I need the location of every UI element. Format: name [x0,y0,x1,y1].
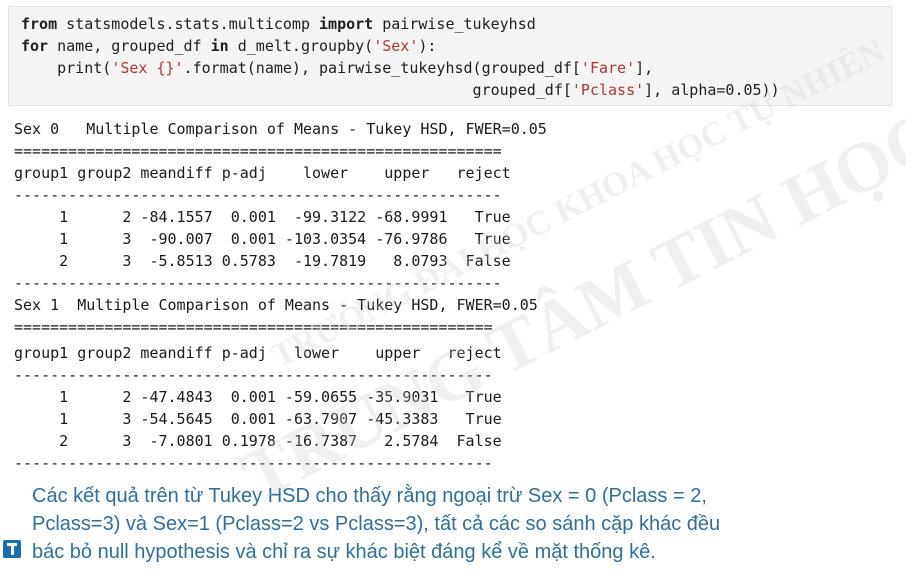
code-keyword: import [319,15,374,33]
code-token: .format(name), pairwise_tukeyhsd(grouped… [183,59,581,77]
output-line: 1 2 -84.1557 0.001 -99.3122 -68.9991 Tru… [14,208,511,226]
code-cell[interactable]: from statsmodels.stats.multicomp import … [8,6,892,106]
output-line: ========================================… [14,318,493,336]
code-token: ], alpha=0.05)) [644,81,780,99]
output-line: Sex 0 Multiple Comparison of Means - Tuk… [14,120,547,138]
output-line: Sex 1 Multiple Comparison of Means - Tuk… [14,296,538,314]
output-line: ----------------------------------------… [14,274,502,292]
explanation-line: Các kết quả trên từ Tukey HSD cho thấy r… [32,485,707,507]
output-line: ========================================… [14,142,502,160]
output-line: group1 group2 meandiff p-adj lower upper… [14,344,502,362]
code-line: for name, grouped_df in d_melt.groupby('… [21,35,436,57]
code-line: from statsmodels.stats.multicomp import … [21,13,536,35]
output-line: 1 3 -54.5645 0.001 -63.7907 -45.3383 Tru… [14,410,502,428]
code-token: name, grouped_df [48,37,211,55]
explanation-line: bác bỏ null hypothesis và chỉ ra sự khác… [32,541,656,563]
code-keyword: for [21,37,49,55]
code-string: 'Pclass' [571,81,645,99]
output-line: 2 3 -5.8513 0.5783 -19.7819 8.0793 False [14,252,511,270]
output-line: 1 2 -47.4843 0.001 -59.0655 -35.9031 Tru… [14,388,502,406]
output-line: 1 3 -90.007 0.001 -103.0354 -76.9786 Tru… [14,230,511,248]
logo-icon [3,540,21,558]
code-token: ): [418,37,437,55]
explanation-line: Pclass=3) và Sex=1 (Pclass=2 vs Pclass=3… [32,513,721,535]
code-string: 'Sex' [373,37,419,55]
code-keyword: in [210,37,229,55]
output-line: ----------------------------------------… [14,454,493,472]
code-line: print('Sex {}'.format(name), pairwise_tu… [21,57,653,79]
code-keyword: from [21,15,58,33]
output-line: ----------------------------------------… [14,186,502,204]
output-line: ----------------------------------------… [14,366,493,384]
code-string: 'Sex {}' [111,59,184,77]
code-token: grouped_df[ [21,81,572,99]
code-token: statsmodels.stats.multicomp [57,15,320,33]
code-token: print( [21,59,112,77]
code-string: 'Fare' [580,59,636,77]
code-token: ], [635,59,654,77]
output-line: 2 3 -7.0801 0.1978 -16.7387 2.5784 False [14,432,502,450]
explanation-text: Các kết quả trên từ Tukey HSD cho thấy r… [32,482,892,566]
code-token: pairwise_tukeyhsd [373,15,536,33]
code-token: d_melt.groupby( [228,37,374,55]
code-line: grouped_df['Pclass'], alpha=0.05)) [21,79,780,101]
output-line: group1 group2 meandiff p-adj lower upper… [14,164,511,182]
